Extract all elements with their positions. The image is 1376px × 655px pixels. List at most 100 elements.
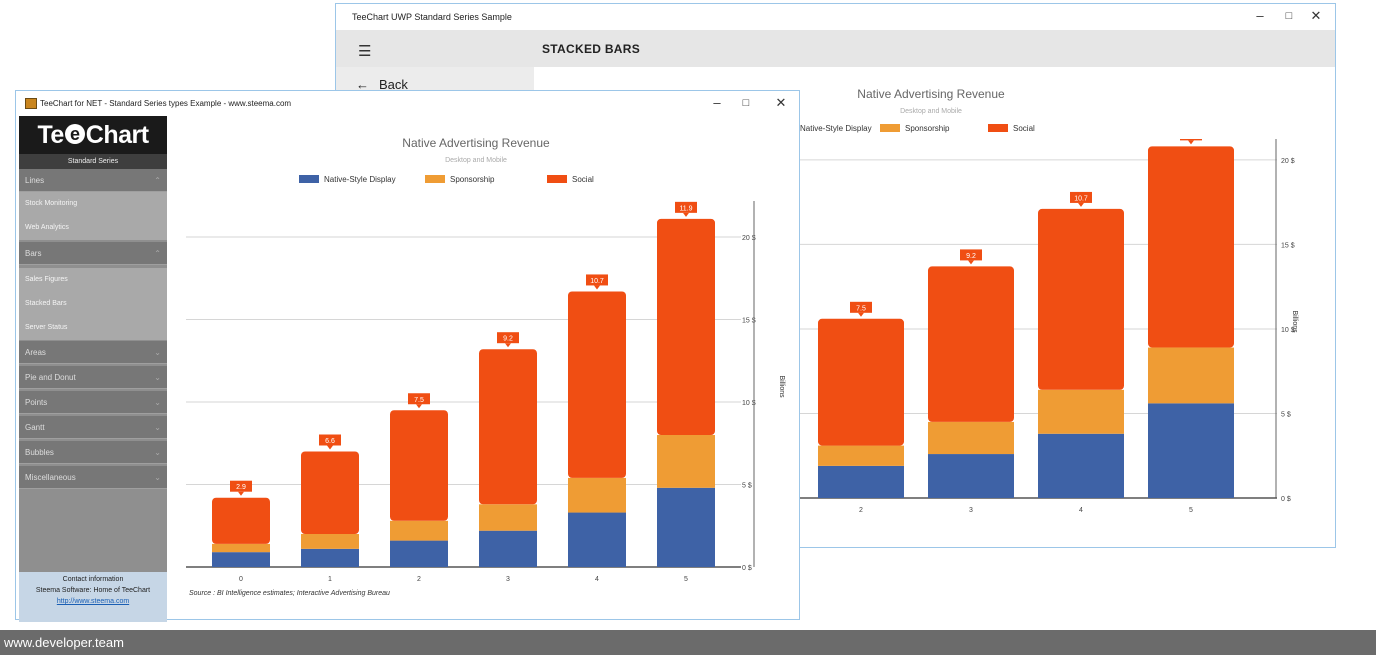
uwp-header: ☰ STACKED BARS	[336, 30, 1335, 67]
x-tick-label: 3	[506, 576, 510, 583]
legend-label: Social	[572, 175, 594, 184]
data-label-pointer	[238, 491, 244, 496]
hamburger-menu-icon[interactable]: ☰	[358, 42, 371, 60]
bar-segment	[301, 534, 359, 549]
data-label-pointer	[594, 285, 600, 290]
legend-swatch	[425, 175, 445, 183]
data-label-pointer	[327, 445, 333, 450]
sidebar-group-bars[interactable]: Bars ⌃	[19, 242, 167, 265]
sidebar-item-server-status[interactable]: Server Status	[19, 316, 167, 340]
contact-panel: Contact information Steema Software: Hom…	[19, 572, 167, 622]
legend-swatch	[299, 175, 319, 183]
minimize-icon[interactable]: –	[1248, 8, 1272, 23]
chart-source-note: Source : BI Intelligence estimates; Inte…	[189, 590, 390, 597]
sidebar-group-label: Areas	[25, 348, 46, 357]
y-axis-label: Billions	[1291, 311, 1298, 334]
sidebar-item-stacked-bars[interactable]: Stacked Bars	[19, 292, 167, 316]
data-label: 9.2	[503, 336, 513, 343]
sidebar-item-sales-figures[interactable]: Sales Figures	[19, 268, 167, 292]
legend-label: Native-Style Display	[324, 175, 396, 184]
maximize-icon[interactable]: □	[734, 97, 758, 109]
chevron-down-icon: ⌄	[154, 448, 161, 457]
data-label: 7.5	[856, 305, 866, 312]
sidebar-group-pie-donut[interactable]: Pie and Donut ⌄	[19, 366, 167, 389]
sidebar-group-label: Gantt	[25, 423, 45, 432]
bar-segment	[479, 504, 537, 531]
maximize-icon[interactable]: □	[1277, 10, 1301, 22]
data-label-pointer	[505, 343, 511, 348]
sidebar: Te e Chart Standard Series Lines ⌃ Stock Mo…	[19, 116, 167, 622]
uwp-title-bar: TeeChart UWP Standard Series Sample – □ …	[336, 4, 1335, 30]
logo-text-left: Te	[37, 121, 64, 149]
sidebar-group-label: Points	[25, 398, 48, 407]
sidebar-group-areas[interactable]: Areas ⌄	[19, 341, 167, 364]
sidebar-subtitle: Standard Series	[19, 154, 167, 169]
data-label: 10.7	[590, 278, 604, 285]
uwp-window-title: TeeChart UWP Standard Series Sample	[352, 12, 512, 22]
x-tick-label: 5	[1189, 507, 1193, 514]
bar-segment	[212, 497, 270, 544]
chevron-down-icon: ⌄	[154, 348, 161, 357]
x-tick-label: 5	[684, 576, 688, 583]
minimize-icon[interactable]: –	[705, 95, 729, 110]
legend-item-native: Native-Style Display	[800, 124, 872, 133]
legend-label: Sponsorship	[450, 175, 495, 184]
chevron-down-icon: ⌄	[154, 373, 161, 382]
teechart-logo: Te e Chart	[19, 116, 167, 154]
bar-segment	[818, 465, 904, 498]
logo-e-mark: e	[64, 124, 85, 144]
uwp-stacked-bar-chart: 0 $5 $10 $15 $20 $Billions7.529.2310.741…	[799, 139, 1298, 514]
bar-segment	[657, 487, 715, 567]
wf-chart-title: Native Advertising Revenue	[402, 136, 550, 150]
sidebar-item-stock-monitoring[interactable]: Stock Monitoring	[19, 192, 167, 216]
legend-label: Social	[1013, 124, 1035, 133]
bar-segment	[390, 540, 448, 567]
chevron-down-icon: ⌄	[154, 398, 161, 407]
chevron-down-icon: ⌄	[154, 423, 161, 432]
sidebar-group-lines[interactable]: Lines ⌃	[19, 169, 167, 192]
legend-label: Native-Style Display	[800, 124, 872, 133]
sidebar-item-web-analytics[interactable]: Web Analytics	[19, 216, 167, 240]
uwp-chart-legend: Native-Style Display Sponsorship Social	[796, 124, 1096, 134]
bar-segment	[390, 410, 448, 521]
legend-swatch	[988, 124, 1008, 132]
bar-segment	[568, 291, 626, 478]
page-title: STACKED BARS	[542, 42, 641, 56]
bar-segment	[301, 451, 359, 534]
data-label-pointer	[416, 404, 422, 409]
uwp-chart-title: Native Advertising Revenue	[857, 87, 1005, 101]
x-tick-label: 3	[969, 507, 973, 514]
sidebar-group-points[interactable]: Points ⌄	[19, 391, 167, 414]
close-icon[interactable]: ✕	[769, 95, 793, 111]
bar-segment	[1038, 389, 1124, 434]
y-tick-label: 0 $	[742, 565, 752, 572]
legend-item-social: Social	[988, 124, 1035, 133]
sidebar-group-label: Bars	[25, 249, 42, 258]
x-tick-label: 2	[417, 576, 421, 583]
legend-item-sponsorship: Sponsorship	[880, 124, 949, 133]
bar-segment	[1148, 347, 1234, 404]
sidebar-group-label: Pie and Donut	[25, 373, 76, 382]
close-icon[interactable]: ✕	[1304, 8, 1328, 24]
bar-segment	[657, 435, 715, 488]
uwp-chart-subtitle: Desktop and Mobile	[900, 108, 962, 115]
chevron-up-icon: ⌃	[154, 176, 161, 185]
bar-segment	[818, 445, 904, 466]
wf-chart-legend: Native-Style Display Sponsorship Social	[299, 175, 619, 185]
legend-label: Sponsorship	[905, 124, 950, 133]
winforms-example-window: TeeChart for NET - Standard Series types…	[15, 90, 800, 622]
wf-window-title: TeeChart for NET - Standard Series types…	[40, 99, 292, 108]
data-label: 11.9	[679, 205, 692, 212]
contact-link[interactable]: http://www.steema.com	[19, 598, 167, 605]
chevron-down-icon: ⌄	[154, 473, 161, 482]
x-tick-label: 2	[859, 507, 863, 514]
bar-segment	[568, 477, 626, 513]
wf-chart-subtitle: Desktop and Mobile	[445, 157, 507, 164]
bar-segment	[928, 421, 1014, 455]
sidebar-group-gantt[interactable]: Gantt ⌄	[19, 416, 167, 439]
sidebar-group-bubbles[interactable]: Bubbles ⌄	[19, 441, 167, 464]
data-label-pointer	[683, 212, 689, 217]
x-tick-label: 4	[1079, 507, 1083, 514]
y-tick-label: 15 $	[1281, 242, 1295, 249]
sidebar-group-miscellaneous[interactable]: Miscellaneous ⌄	[19, 466, 167, 489]
